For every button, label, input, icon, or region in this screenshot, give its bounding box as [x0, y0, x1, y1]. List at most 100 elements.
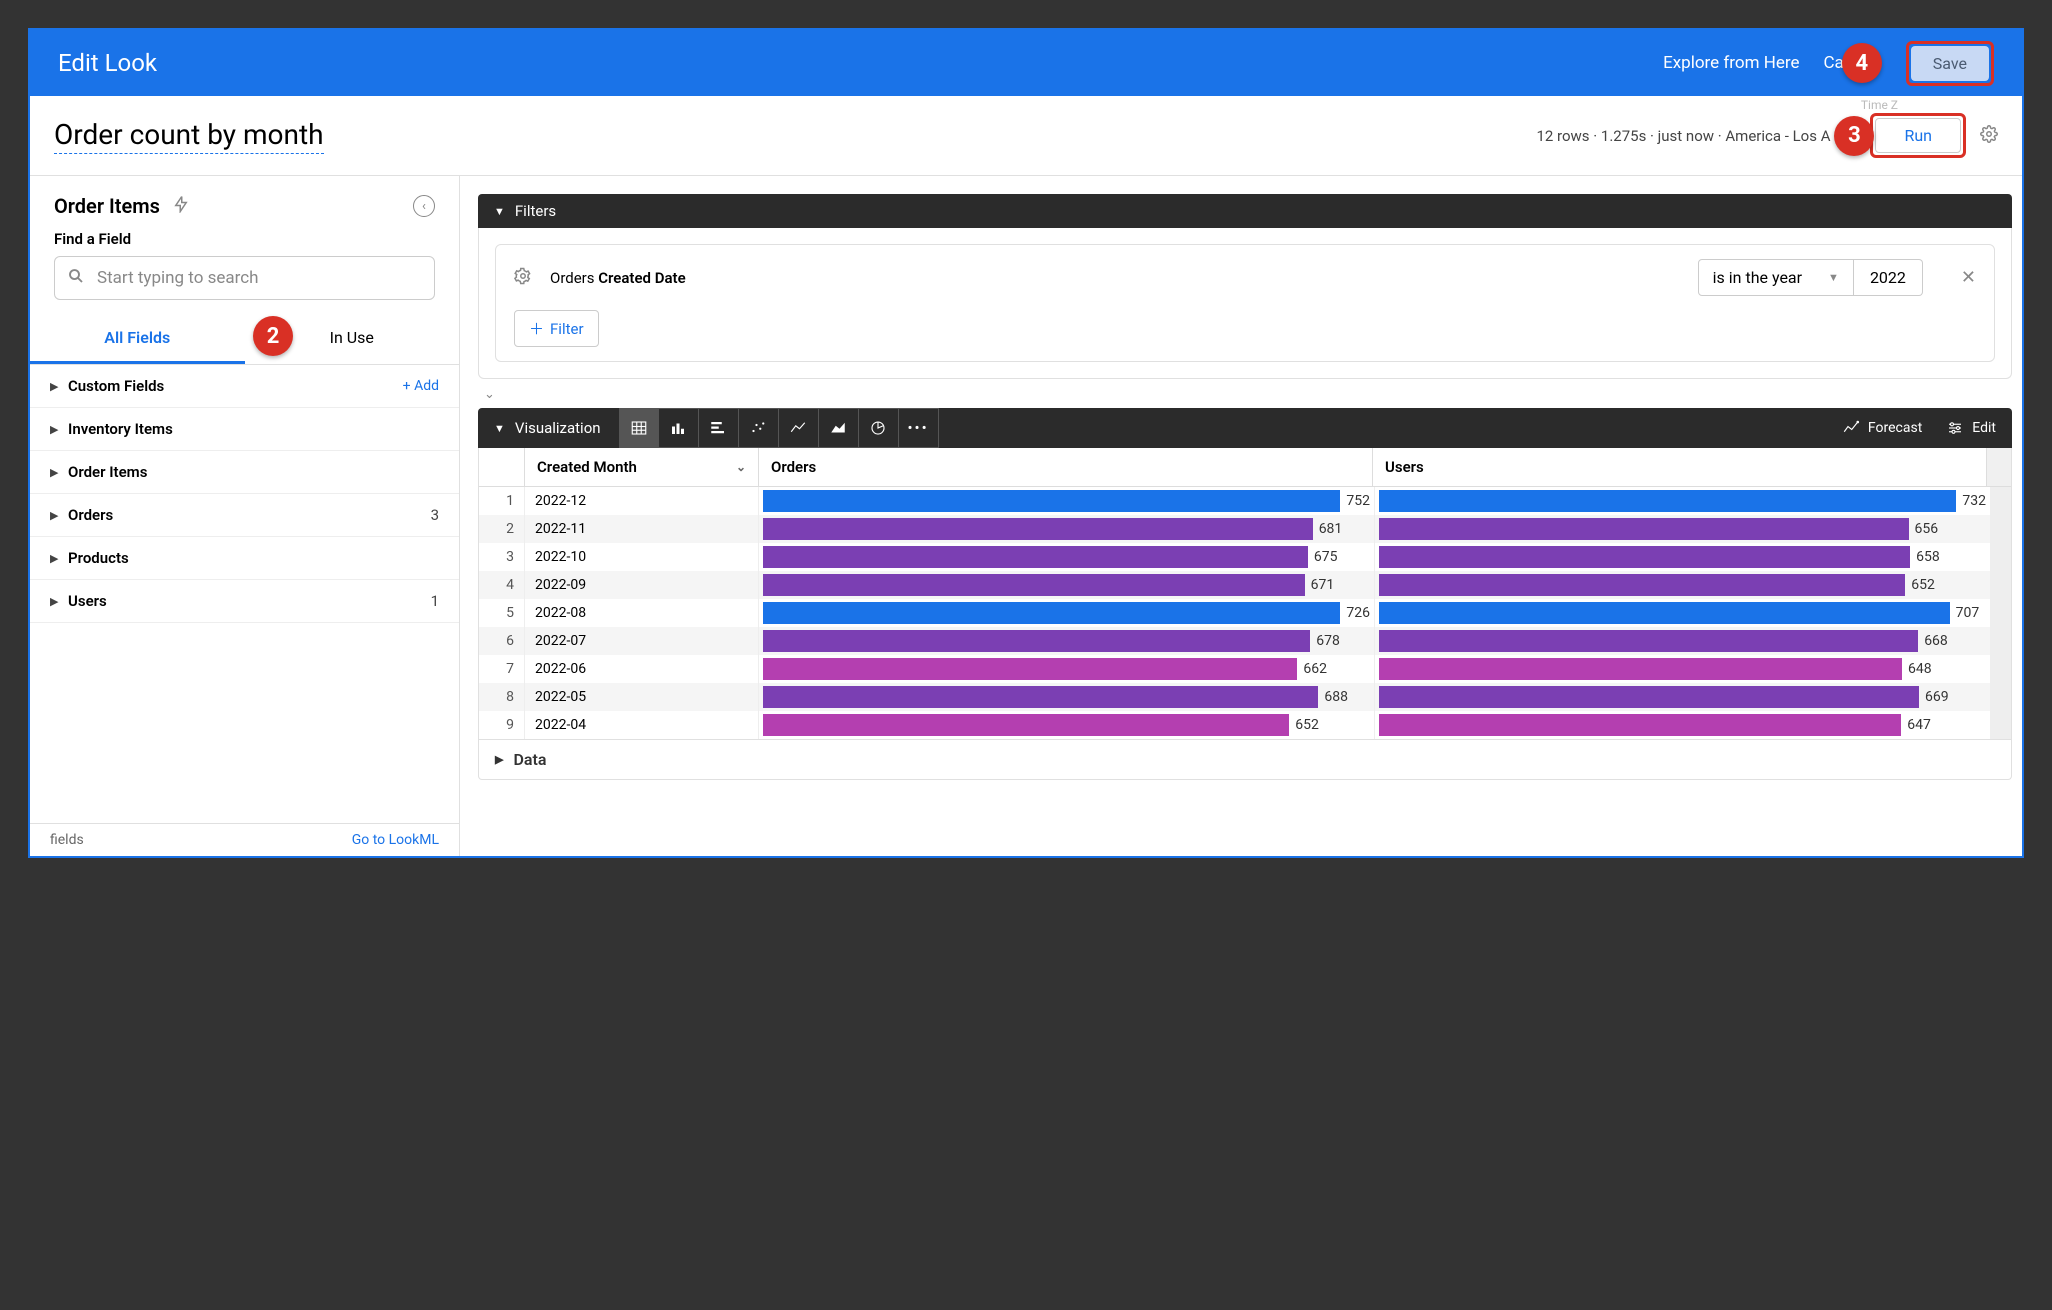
col-header-created-month[interactable]: Created Month ⌄ — [525, 448, 759, 486]
topbar-actions: Explore from Here Ca 4 Save — [1663, 41, 1994, 86]
row-number: 1 — [479, 487, 525, 515]
scrollbar-track[interactable] — [1991, 487, 2011, 515]
look-title-input[interactable]: Order count by month — [54, 118, 324, 154]
search-input[interactable] — [97, 268, 422, 288]
table-row: 62022-07678668 — [479, 627, 2011, 655]
save-highlight-box: Save — [1906, 41, 1994, 86]
field-group-label: Custom Fields — [68, 377, 403, 395]
table-row: 22022-11681656 — [479, 515, 2011, 543]
col-header-users[interactable]: Users — [1373, 448, 1987, 486]
data-band[interactable]: ▶ Data — [478, 740, 2012, 780]
filter-operator-select[interactable]: is in the year▼ — [1698, 259, 1854, 296]
col-header-orders[interactable]: Orders — [759, 448, 1373, 486]
table-header: Created Month ⌄ Orders Users — [479, 448, 2011, 487]
cell-month: 2022-05 — [525, 683, 759, 711]
app-frame: Edit Look Explore from Here Ca 4 Save Or… — [28, 28, 2024, 858]
gear-icon[interactable] — [514, 267, 532, 289]
bar-value: 671 — [1311, 577, 1335, 593]
expand-chevron-icon[interactable]: ⌄ — [478, 385, 2012, 404]
viz-more-icon[interactable]: ••• — [899, 408, 939, 448]
scrollbar-track[interactable] — [1991, 711, 2011, 739]
viz-table-icon[interactable] — [619, 408, 659, 448]
viz-pie-icon[interactable] — [859, 408, 899, 448]
viz-line-icon[interactable] — [779, 408, 819, 448]
bar-value: 688 — [1324, 689, 1348, 705]
field-group-row[interactable]: ▶Products — [30, 537, 459, 580]
field-group-label: Users — [68, 592, 431, 610]
field-tabs: All Fields 2 In Use — [30, 314, 459, 365]
collapse-icon[interactable]: ‹ — [413, 195, 435, 217]
add-custom-field-link[interactable]: + Add — [403, 378, 439, 394]
viz-column-icon[interactable] — [659, 408, 699, 448]
bar-value: 647 — [1907, 717, 1931, 733]
cell-orders: 726 — [759, 599, 1375, 627]
scrollbar-track[interactable] — [1991, 543, 2011, 571]
filter-value-input[interactable]: 2022 — [1854, 259, 1923, 296]
bolt-icon[interactable] — [172, 195, 190, 217]
field-group-row[interactable]: ▶Orders3 — [30, 494, 459, 537]
bar-value: 652 — [1295, 717, 1319, 733]
add-filter-button[interactable]: ＋ Filter — [514, 310, 599, 347]
field-picker-header: Order Items ‹ — [30, 176, 459, 230]
viz-bar-icon[interactable] — [699, 408, 739, 448]
scrollbar-track[interactable] — [1991, 655, 2011, 683]
cell-users: 652 — [1375, 571, 1991, 599]
cell-month: 2022-08 — [525, 599, 759, 627]
field-group-row[interactable]: ▶Custom Fields+ Add — [30, 365, 459, 408]
save-button[interactable]: Save — [1911, 46, 1989, 81]
scrollbar-track[interactable] — [1991, 599, 2011, 627]
filter-condition: is in the year▼ 2022 — [1698, 259, 1923, 296]
row-number: 5 — [479, 599, 525, 627]
timezone-label: Time Z — [1861, 98, 1898, 112]
filters-label: Filters — [515, 202, 556, 220]
viz-edit-button[interactable]: Edit — [1946, 419, 1996, 437]
find-field-label: Find a Field — [30, 230, 459, 248]
caret-down-icon: ▼ — [494, 205, 505, 218]
field-group-list: ▶Custom Fields+ Add▶Inventory Items▶Orde… — [30, 365, 459, 823]
go-to-lookml-link[interactable]: Go to LookML — [352, 832, 439, 848]
explore-from-here-link[interactable]: Explore from Here — [1663, 53, 1799, 73]
cell-users: 658 — [1375, 543, 1991, 571]
row-number: 4 — [479, 571, 525, 599]
bar-value: 732 — [1962, 493, 1986, 509]
bar-value: 652 — [1911, 577, 1935, 593]
forecast-button[interactable]: Forecast — [1842, 419, 1922, 437]
filter-row: Orders Created Date is in the year▼ 2022… — [514, 259, 1976, 296]
cell-users: 669 — [1375, 683, 1991, 711]
bar-value: 675 — [1314, 549, 1338, 565]
run-button[interactable]: Run — [1875, 118, 1961, 153]
chevron-down-icon: ⌄ — [736, 460, 746, 474]
visualization-label: Visualization — [515, 419, 601, 437]
cell-orders: 671 — [759, 571, 1375, 599]
field-group-row[interactable]: ▶Order Items — [30, 451, 459, 494]
data-label: Data — [513, 750, 546, 769]
cell-orders: 752 — [759, 487, 1375, 515]
gear-icon[interactable] — [1980, 125, 1998, 147]
field-picker: Order Items ‹ Find a Field All Fields 2 … — [30, 176, 460, 856]
cell-month: 2022-10 — [525, 543, 759, 571]
search-field-box[interactable] — [54, 256, 435, 300]
bar-value: 662 — [1303, 661, 1327, 677]
cell-users: 647 — [1375, 711, 1991, 739]
subheader: Order count by month Time Z 12 rows · 1.… — [30, 96, 2022, 176]
field-group-row[interactable]: ▶Users1 — [30, 580, 459, 623]
bar-value: 648 — [1908, 661, 1932, 677]
bar-value: 658 — [1916, 549, 1940, 565]
field-group-row[interactable]: ▶Inventory Items — [30, 408, 459, 451]
scrollbar-track[interactable] — [1991, 515, 2011, 543]
viz-area-icon[interactable] — [819, 408, 859, 448]
scrollbar-spacer — [1987, 448, 2011, 486]
search-icon — [67, 267, 85, 289]
filter-field-name: Orders Created Date — [550, 269, 686, 287]
remove-filter-icon[interactable]: ✕ — [1961, 267, 1976, 288]
visualization-band[interactable]: ▼ Visualization ••• Forecast — [478, 408, 2012, 448]
scrollbar-track[interactable] — [1991, 683, 2011, 711]
caret-right-icon: ▶ — [50, 595, 68, 608]
cancel-link[interactable]: Ca — [1823, 53, 1843, 73]
filters-band[interactable]: ▼ Filters — [478, 194, 2012, 228]
scrollbar-track[interactable] — [1991, 627, 2011, 655]
tab-all-fields[interactable]: All Fields — [30, 314, 245, 364]
viz-scatter-icon[interactable] — [739, 408, 779, 448]
filters-body: Orders Created Date is in the year▼ 2022… — [478, 228, 2012, 379]
scrollbar-track[interactable] — [1991, 571, 2011, 599]
